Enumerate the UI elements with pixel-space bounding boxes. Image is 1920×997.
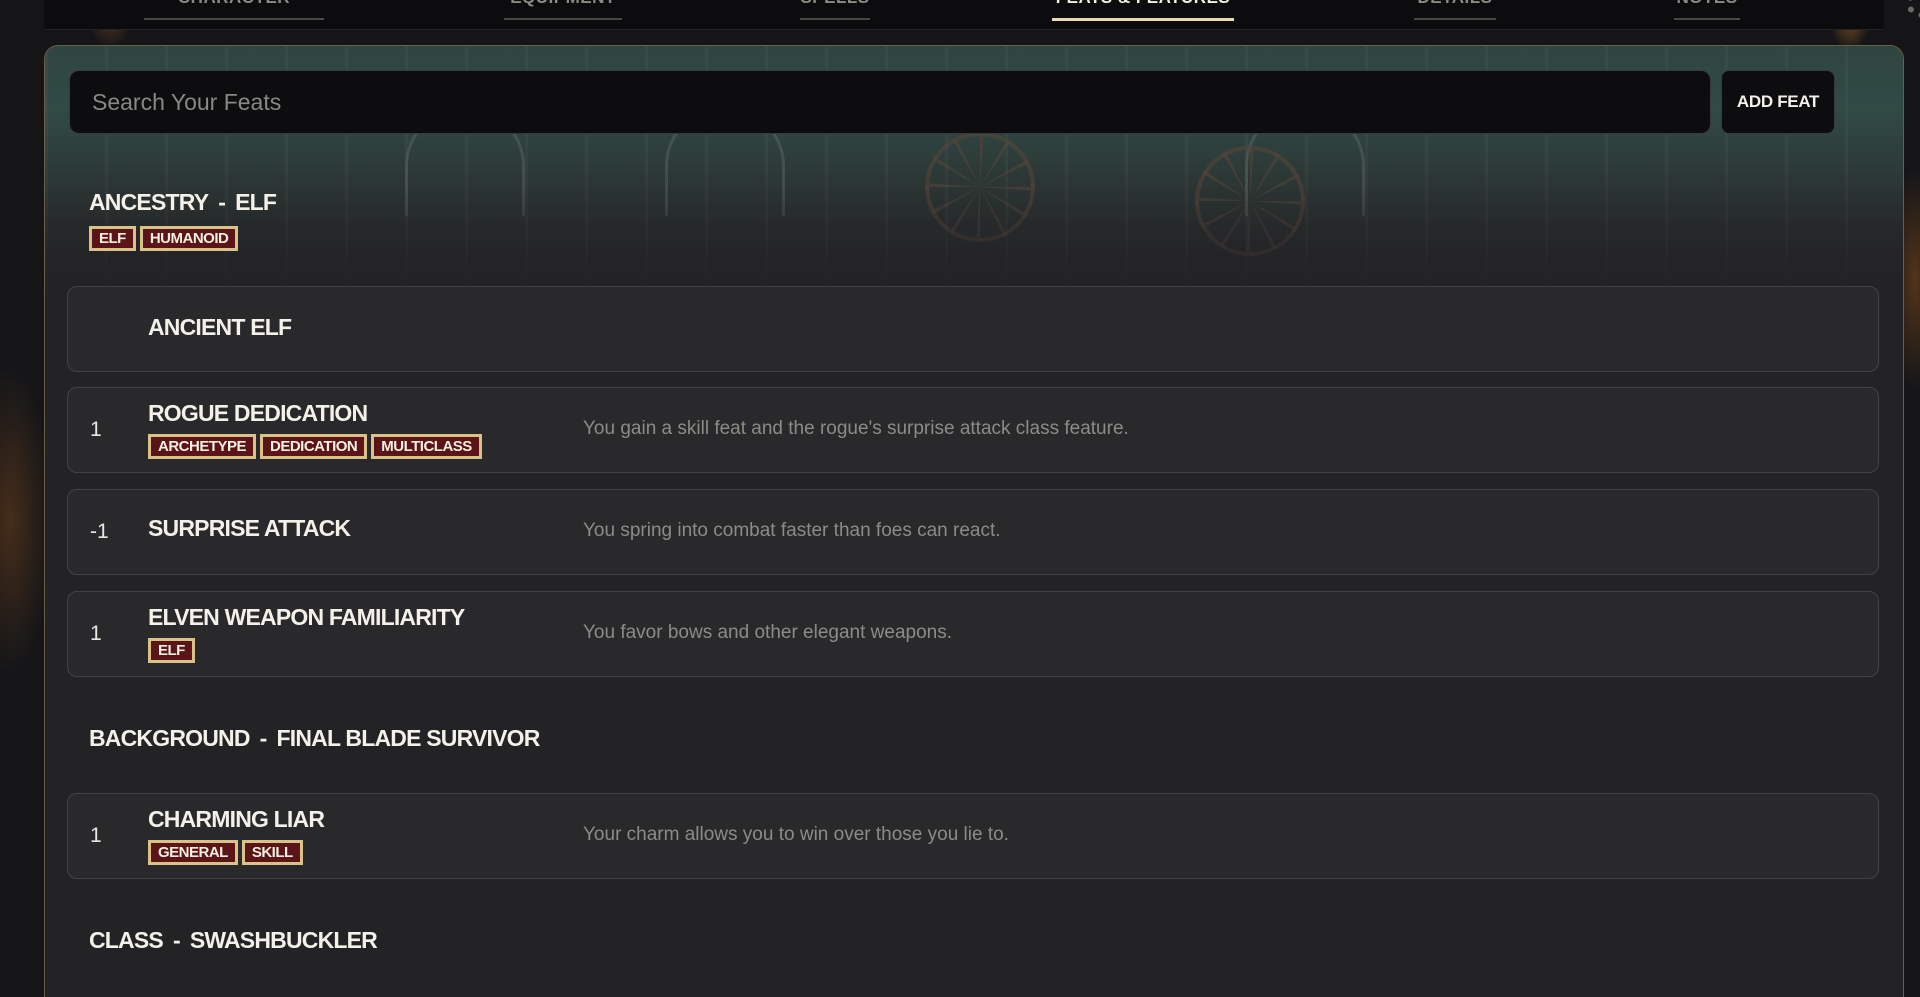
tab-spells[interactable]: SPELLS <box>800 0 870 30</box>
ancestry-tags: ELF HUMANOID <box>89 226 239 251</box>
trait-tag: HUMANOID <box>139 226 239 251</box>
section-value: SWASHBUCKLER <box>189 927 378 953</box>
feat-tags: ARCHETYPE DEDICATION MULTICLASS <box>148 434 482 459</box>
tab-underline <box>144 18 324 20</box>
tab-underline <box>504 18 622 20</box>
feat-row-surprise-attack[interactable]: -1 SURPRISE ATTACK You spring into comba… <box>67 489 1879 575</box>
search-input[interactable] <box>70 71 1710 133</box>
tab-underline <box>1414 18 1496 20</box>
section-background-title: BACKGROUND - FINAL BLADE SURVIVOR <box>89 725 540 752</box>
trait-tag: MULTICLASS <box>371 434 482 459</box>
tab-notes[interactable]: NOTES <box>1674 0 1740 30</box>
wagon-wheel-decoration <box>925 132 1035 242</box>
feat-level: 1 <box>90 824 102 847</box>
section-label: ANCESTRY <box>89 189 209 215</box>
feats-panel: ADD FEAT ANCESTRY-ELF ELF HUMANOID ANCIE… <box>44 45 1904 997</box>
tab-feats-features[interactable]: FEATS & FEATURES <box>1052 0 1234 30</box>
feat-level: 1 <box>90 622 102 645</box>
trait-tag: ARCHETYPE <box>148 434 257 459</box>
section-class-title: CLASS - SWASHBUCKLER <box>89 927 378 954</box>
tab-feats-features-label: FEATS & FEATURES <box>1052 0 1234 8</box>
feat-description: Your charm allows you to win over those … <box>583 824 1009 845</box>
feat-description: You gain a skill feat and the rogue's su… <box>583 418 1129 439</box>
section-separator: - <box>172 927 181 953</box>
tab-equipment-label: EQUIPMENT <box>504 0 622 8</box>
tab-active-underline <box>1052 18 1234 21</box>
trait-tag: SKILL <box>241 840 303 865</box>
section-value: FINAL BLADE SURVIVOR <box>276 725 541 751</box>
feat-name: ANCIENT ELF <box>148 314 292 340</box>
feat-name: ELVEN WEAPON FAMILIARITY <box>148 604 465 630</box>
feat-level: -1 <box>90 520 109 543</box>
tab-details-label: DETAILS <box>1414 0 1496 8</box>
feat-tags: ELF <box>148 638 195 663</box>
tab-character[interactable]: CHARACTER <box>144 0 324 30</box>
feat-row-elven-weapon-familiarity[interactable]: 1 ELVEN WEAPON FAMILIARITY ELF You favor… <box>67 591 1879 677</box>
tab-character-label: CHARACTER <box>144 0 324 8</box>
wagon-wheel-decoration <box>1195 146 1305 256</box>
tab-equipment[interactable]: EQUIPMENT <box>504 0 622 30</box>
feat-row-rogue-dedication[interactable]: 1 ROGUE DEDICATION ARCHETYPE DEDICATION … <box>67 387 1879 473</box>
feat-level: 1 <box>90 418 102 441</box>
add-feat-button[interactable]: ADD FEAT <box>1721 70 1835 134</box>
section-separator: - <box>218 189 226 215</box>
tab-spells-label: SPELLS <box>800 0 870 8</box>
top-nav: CHARACTER EQUIPMENT SPELLS FEATS & FEATU… <box>44 0 1920 30</box>
trait-tag: ELF <box>89 226 136 251</box>
section-label: CLASS <box>89 927 164 953</box>
section-value: ELF <box>235 189 277 215</box>
tab-notes-label: NOTES <box>1674 0 1740 8</box>
trait-tag: DEDICATION <box>260 434 368 459</box>
section-separator: - <box>259 725 268 751</box>
tab-details[interactable]: DETAILS <box>1414 0 1496 30</box>
trait-tag: GENERAL <box>148 840 238 865</box>
feat-name: SURPRISE ATTACK <box>148 515 351 541</box>
trait-tag: ELF <box>148 638 195 663</box>
search-box <box>69 70 1711 134</box>
feat-description: You spring into combat faster than foes … <box>583 520 1001 541</box>
tab-underline <box>800 18 870 20</box>
feat-name: CHARMING LIAR <box>148 806 325 832</box>
feat-tags: GENERAL SKILL <box>148 840 303 865</box>
tab-underline <box>1674 18 1740 20</box>
feat-row-charming-liar[interactable]: 1 CHARMING LIAR GENERAL SKILL Your charm… <box>67 793 1879 879</box>
feat-name: ROGUE DEDICATION <box>148 400 368 426</box>
section-label: BACKGROUND <box>89 725 250 751</box>
feat-row-ancient-elf[interactable]: ANCIENT ELF <box>67 286 1879 372</box>
section-ancestry-title: ANCESTRY - ELF <box>89 189 277 216</box>
feat-description: You favor bows and other elegant weapons… <box>583 622 953 643</box>
